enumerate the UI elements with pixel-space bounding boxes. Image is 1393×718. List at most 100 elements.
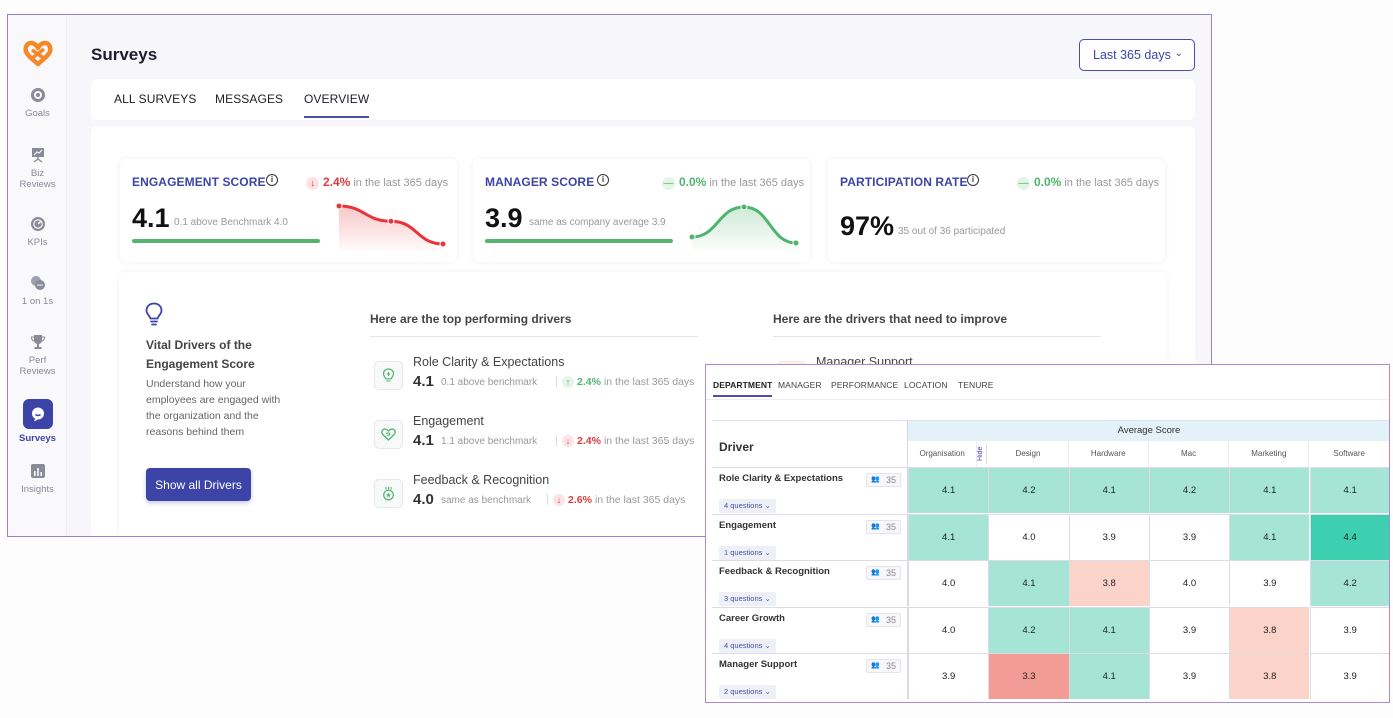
score-cell[interactable]: 3.3: [988, 653, 1069, 699]
info-icon[interactable]: i: [266, 174, 278, 186]
driver-score: 4.0: [413, 491, 434, 508]
sidebar-item-1on1s[interactable]: 1 on 1s: [8, 275, 67, 307]
hide-column-button[interactable]: Hide: [977, 444, 987, 464]
driver-item[interactable]: Feedback & Recognition 4.0 same as bench…: [374, 473, 704, 517]
people-icon: 👥: [871, 569, 880, 576]
score-cell[interactable]: 4.1: [1068, 653, 1149, 699]
page-title: Surveys: [91, 45, 158, 64]
score-cell[interactable]: 4.0: [908, 560, 989, 606]
score-cell[interactable]: 3.8: [1229, 653, 1310, 699]
driver-cell: Feedback & Recognition 👥 35 3 questions ⌄: [712, 560, 908, 606]
trend-value: 2.4%: [577, 435, 601, 447]
vital-drivers-title: Vital Drivers of the Engagement Score: [146, 338, 255, 371]
vital-drivers-description: Understand how your employees are engage…: [146, 378, 281, 438]
score-cell[interactable]: 4.0: [908, 606, 989, 653]
score-cell[interactable]: 3.8: [1068, 560, 1149, 606]
questions-toggle[interactable]: 4 questions ⌄: [719, 499, 776, 513]
tab-messages[interactable]: MESSAGES: [215, 92, 283, 106]
score-cell[interactable]: 3.9: [1309, 606, 1389, 653]
divider: [547, 494, 548, 505]
questions-label: 2 questions: [724, 687, 763, 696]
questions-toggle[interactable]: 2 questions ⌄: [719, 685, 776, 699]
driver-name: Role Clarity & Expectations: [719, 473, 844, 484]
survey-bubble-icon: [31, 407, 44, 422]
score-cell[interactable]: 3.9: [1309, 653, 1389, 699]
participation-rate-title: PARTICIPATION RATE: [840, 175, 968, 189]
driver-cell: Manager Support 👥 35 2 questions ⌄: [712, 653, 908, 699]
sidebar-item-label: Perf Reviews: [19, 355, 56, 377]
count-value: 35: [885, 614, 896, 625]
score-cell[interactable]: 4.1: [1068, 467, 1149, 513]
driver-item[interactable]: Role Clarity & Expectations 4.1 0.1 abov…: [374, 355, 704, 399]
questions-toggle[interactable]: 3 questions ⌄: [719, 592, 776, 606]
questions-toggle[interactable]: 4 questions ⌄: [719, 638, 776, 653]
sidebar-item-label: KPIs: [27, 237, 48, 248]
table-row: Manager Support 👥 35 2 questions ⌄ 3.9 3.3 4.1…: [712, 653, 1389, 699]
driver-item[interactable]: Engagement 4.1 1.1 above benchmark ↓ 2.4%…: [374, 414, 704, 458]
medal-icon: [374, 479, 403, 508]
driver-name: Feedback & Recognition: [719, 566, 830, 577]
score-cell[interactable]: 4.2: [988, 467, 1069, 513]
arrow-down-icon: ↓: [306, 177, 319, 190]
score-cell[interactable]: 4.1: [1229, 467, 1310, 513]
score-cell[interactable]: 3.9: [1068, 513, 1149, 560]
pretzel-logo-icon[interactable]: [22, 39, 54, 67]
tab-performance[interactable]: PERFORMANCE: [831, 380, 898, 390]
sidebar-item-insights[interactable]: Insights: [8, 463, 67, 495]
tab-manager[interactable]: MANAGER: [778, 380, 822, 390]
score-cell[interactable]: 4.2: [1148, 467, 1230, 513]
score-cell[interactable]: 4.1: [908, 513, 989, 560]
score-cell[interactable]: 3.9: [1148, 606, 1230, 653]
score-cell[interactable]: 4.1: [1229, 513, 1310, 560]
score-cell[interactable]: 3.9: [1148, 653, 1230, 699]
driver-benchmark: 0.1 above benchmark: [441, 377, 538, 388]
manager-score-title: MANAGER SCORE: [485, 175, 595, 189]
presentation-board-icon: [31, 148, 44, 163]
sidebar-item-surveys[interactable]: Surveys: [8, 399, 67, 444]
score-cell[interactable]: 3.9: [908, 653, 989, 699]
tab-tenure[interactable]: TENURE: [958, 380, 994, 390]
people-icon: 👥: [871, 476, 880, 483]
participation-rate-value: 97%: [840, 211, 895, 241]
score-cell[interactable]: 4.1: [908, 467, 989, 513]
gauge-icon: [30, 217, 45, 231]
score-cell[interactable]: 3.9: [1148, 513, 1230, 560]
score-cell[interactable]: 4.0: [988, 513, 1069, 560]
chevron-down-icon: ⌄: [764, 547, 771, 557]
table-row: Engagement 👥 35 1 questions ⌄ 4.1 4.0 3.9 3.9 4.…: [712, 513, 1389, 560]
sidebar-item-perf-reviews[interactable]: Perf Reviews: [8, 334, 67, 377]
heart-icon: [374, 420, 403, 449]
tab-location[interactable]: LOCATION: [904, 380, 948, 390]
score-cell[interactable]: 3.8: [1229, 606, 1310, 653]
sidebar-item-kpis[interactable]: KPIs: [8, 216, 67, 248]
score-cell[interactable]: 4.1: [1309, 467, 1389, 513]
manager-score-card: MANAGER SCORE i — 0.0% in the last 365 day…: [473, 159, 810, 262]
engagement-score-benchmark: 0.1 above Benchmark 4.0: [174, 217, 288, 228]
date-range-dropdown[interactable]: Last 365 days ⌄: [1079, 39, 1195, 71]
score-cell[interactable]: 4.4: [1309, 513, 1389, 560]
sidebar-item-biz-reviews[interactable]: Biz Reviews: [8, 147, 67, 190]
sparkline-point: [387, 217, 395, 225]
score-cell[interactable]: 3.9: [1229, 560, 1310, 606]
manager-score-value: 3.9: [485, 203, 523, 233]
tab-overview[interactable]: OVERVIEW: [304, 92, 370, 118]
tab-all-surveys[interactable]: ALL SURVEYS: [114, 92, 196, 106]
score-cell[interactable]: 4.2: [1309, 560, 1389, 606]
show-all-drivers-button[interactable]: Show all Drivers: [146, 468, 251, 501]
questions-toggle[interactable]: 1 questions ⌄: [719, 545, 776, 560]
info-icon[interactable]: i: [597, 174, 609, 186]
info-icon[interactable]: i: [967, 174, 979, 186]
score-cell[interactable]: 4.2: [988, 606, 1069, 653]
sidebar-item-label: 1 on 1s: [21, 296, 54, 307]
respondent-count: 👥 35: [866, 519, 901, 534]
score-cell[interactable]: 4.0: [1148, 560, 1230, 606]
score-cell[interactable]: 4.1: [1068, 606, 1149, 653]
sparkline-area: [339, 206, 443, 251]
chevron-down-icon: ⌄: [764, 640, 771, 650]
driver-name: Engagement: [413, 414, 484, 428]
tab-department[interactable]: DEPARTMENT: [713, 380, 773, 397]
target-icon: [30, 88, 45, 102]
sidebar-item-goals[interactable]: Goals: [8, 87, 67, 119]
score-cell[interactable]: 4.1: [988, 560, 1069, 606]
people-icon: 👥: [871, 662, 880, 669]
